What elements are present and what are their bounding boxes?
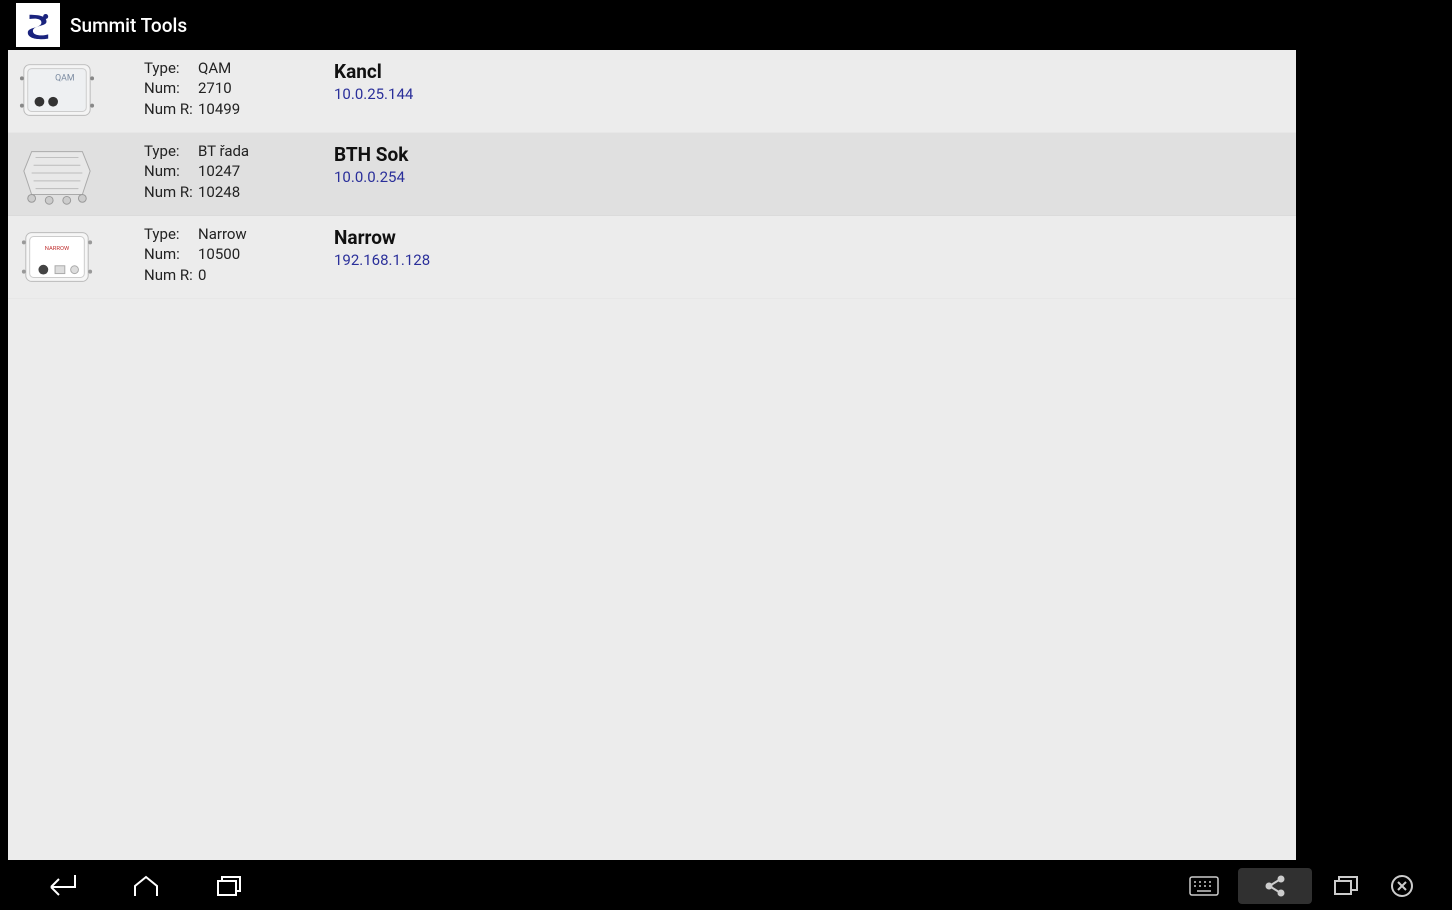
value-num: 10247 [198,161,240,181]
recent-apps-button[interactable] [208,868,252,904]
svg-text:NARROW: NARROW [45,246,70,252]
device-thumbnail: NARROW [16,222,98,292]
list-item[interactable]: NARROW Type:Narrow Num:10500 Num R:0 Nar… [8,216,1374,299]
device-name: Kancl [334,60,413,83]
device-identity: Narrow 192.168.1.128 [334,222,430,269]
device-identity: BTH Sok 10.0.0.254 [334,139,408,186]
value-type: Narrow [198,224,247,244]
value-numr: 0 [198,265,206,285]
label-numr: Num R: [144,265,198,285]
label-type: Type: [144,224,198,244]
back-button[interactable] [40,868,84,904]
device-thumbnail [16,139,98,209]
device-identity: Kancl 10.0.25.144 [334,56,413,103]
device-list: QAM Type:QAM Num:2710 Num R:10499 Kancl … [8,50,1374,299]
value-numr: 10499 [198,99,240,119]
device-specs: Type:BT řada Num:10247 Num R:10248 [144,139,334,202]
device-ip: 10.0.0.254 [334,168,408,186]
device-name: BTH Sok [334,143,408,166]
keyboard-icon[interactable] [1182,868,1226,904]
home-button[interactable] [124,868,168,904]
action-bar: Summit Tools [8,0,1374,50]
label-num: Num: [144,78,198,98]
label-numr: Num R: [144,99,198,119]
windows-icon[interactable] [1324,868,1368,904]
device-ip: 192.168.1.128 [334,251,430,269]
right-black-margin [1296,0,1374,860]
value-num: 2710 [198,78,232,98]
device-ip: 10.0.25.144 [334,85,413,103]
app-title: Summit Tools [70,14,1326,37]
value-type: BT řada [198,141,249,161]
device-thumbnail: QAM [16,56,98,126]
list-item[interactable]: Type:BT řada Num:10247 Num R:10248 BTH S… [8,133,1374,216]
device-specs: Type:Narrow Num:10500 Num R:0 [144,222,334,285]
label-numr: Num R: [144,182,198,202]
value-num: 10500 [198,244,240,264]
svg-text:QAM: QAM [55,73,74,83]
device-specs: Type:QAM Num:2710 Num R:10499 [144,56,334,119]
label-type: Type: [144,58,198,78]
label-num: Num: [144,161,198,181]
system-nav-bar [0,862,1452,910]
list-item[interactable]: QAM Type:QAM Num:2710 Num R:10499 Kancl … [8,50,1374,133]
device-name: Narrow [334,226,430,249]
label-num: Num: [144,244,198,264]
share-icon[interactable] [1238,868,1312,904]
value-type: QAM [198,58,231,78]
close-icon[interactable] [1380,868,1424,904]
app-logo-icon [16,3,60,47]
value-numr: 10248 [198,182,240,202]
label-type: Type: [144,141,198,161]
